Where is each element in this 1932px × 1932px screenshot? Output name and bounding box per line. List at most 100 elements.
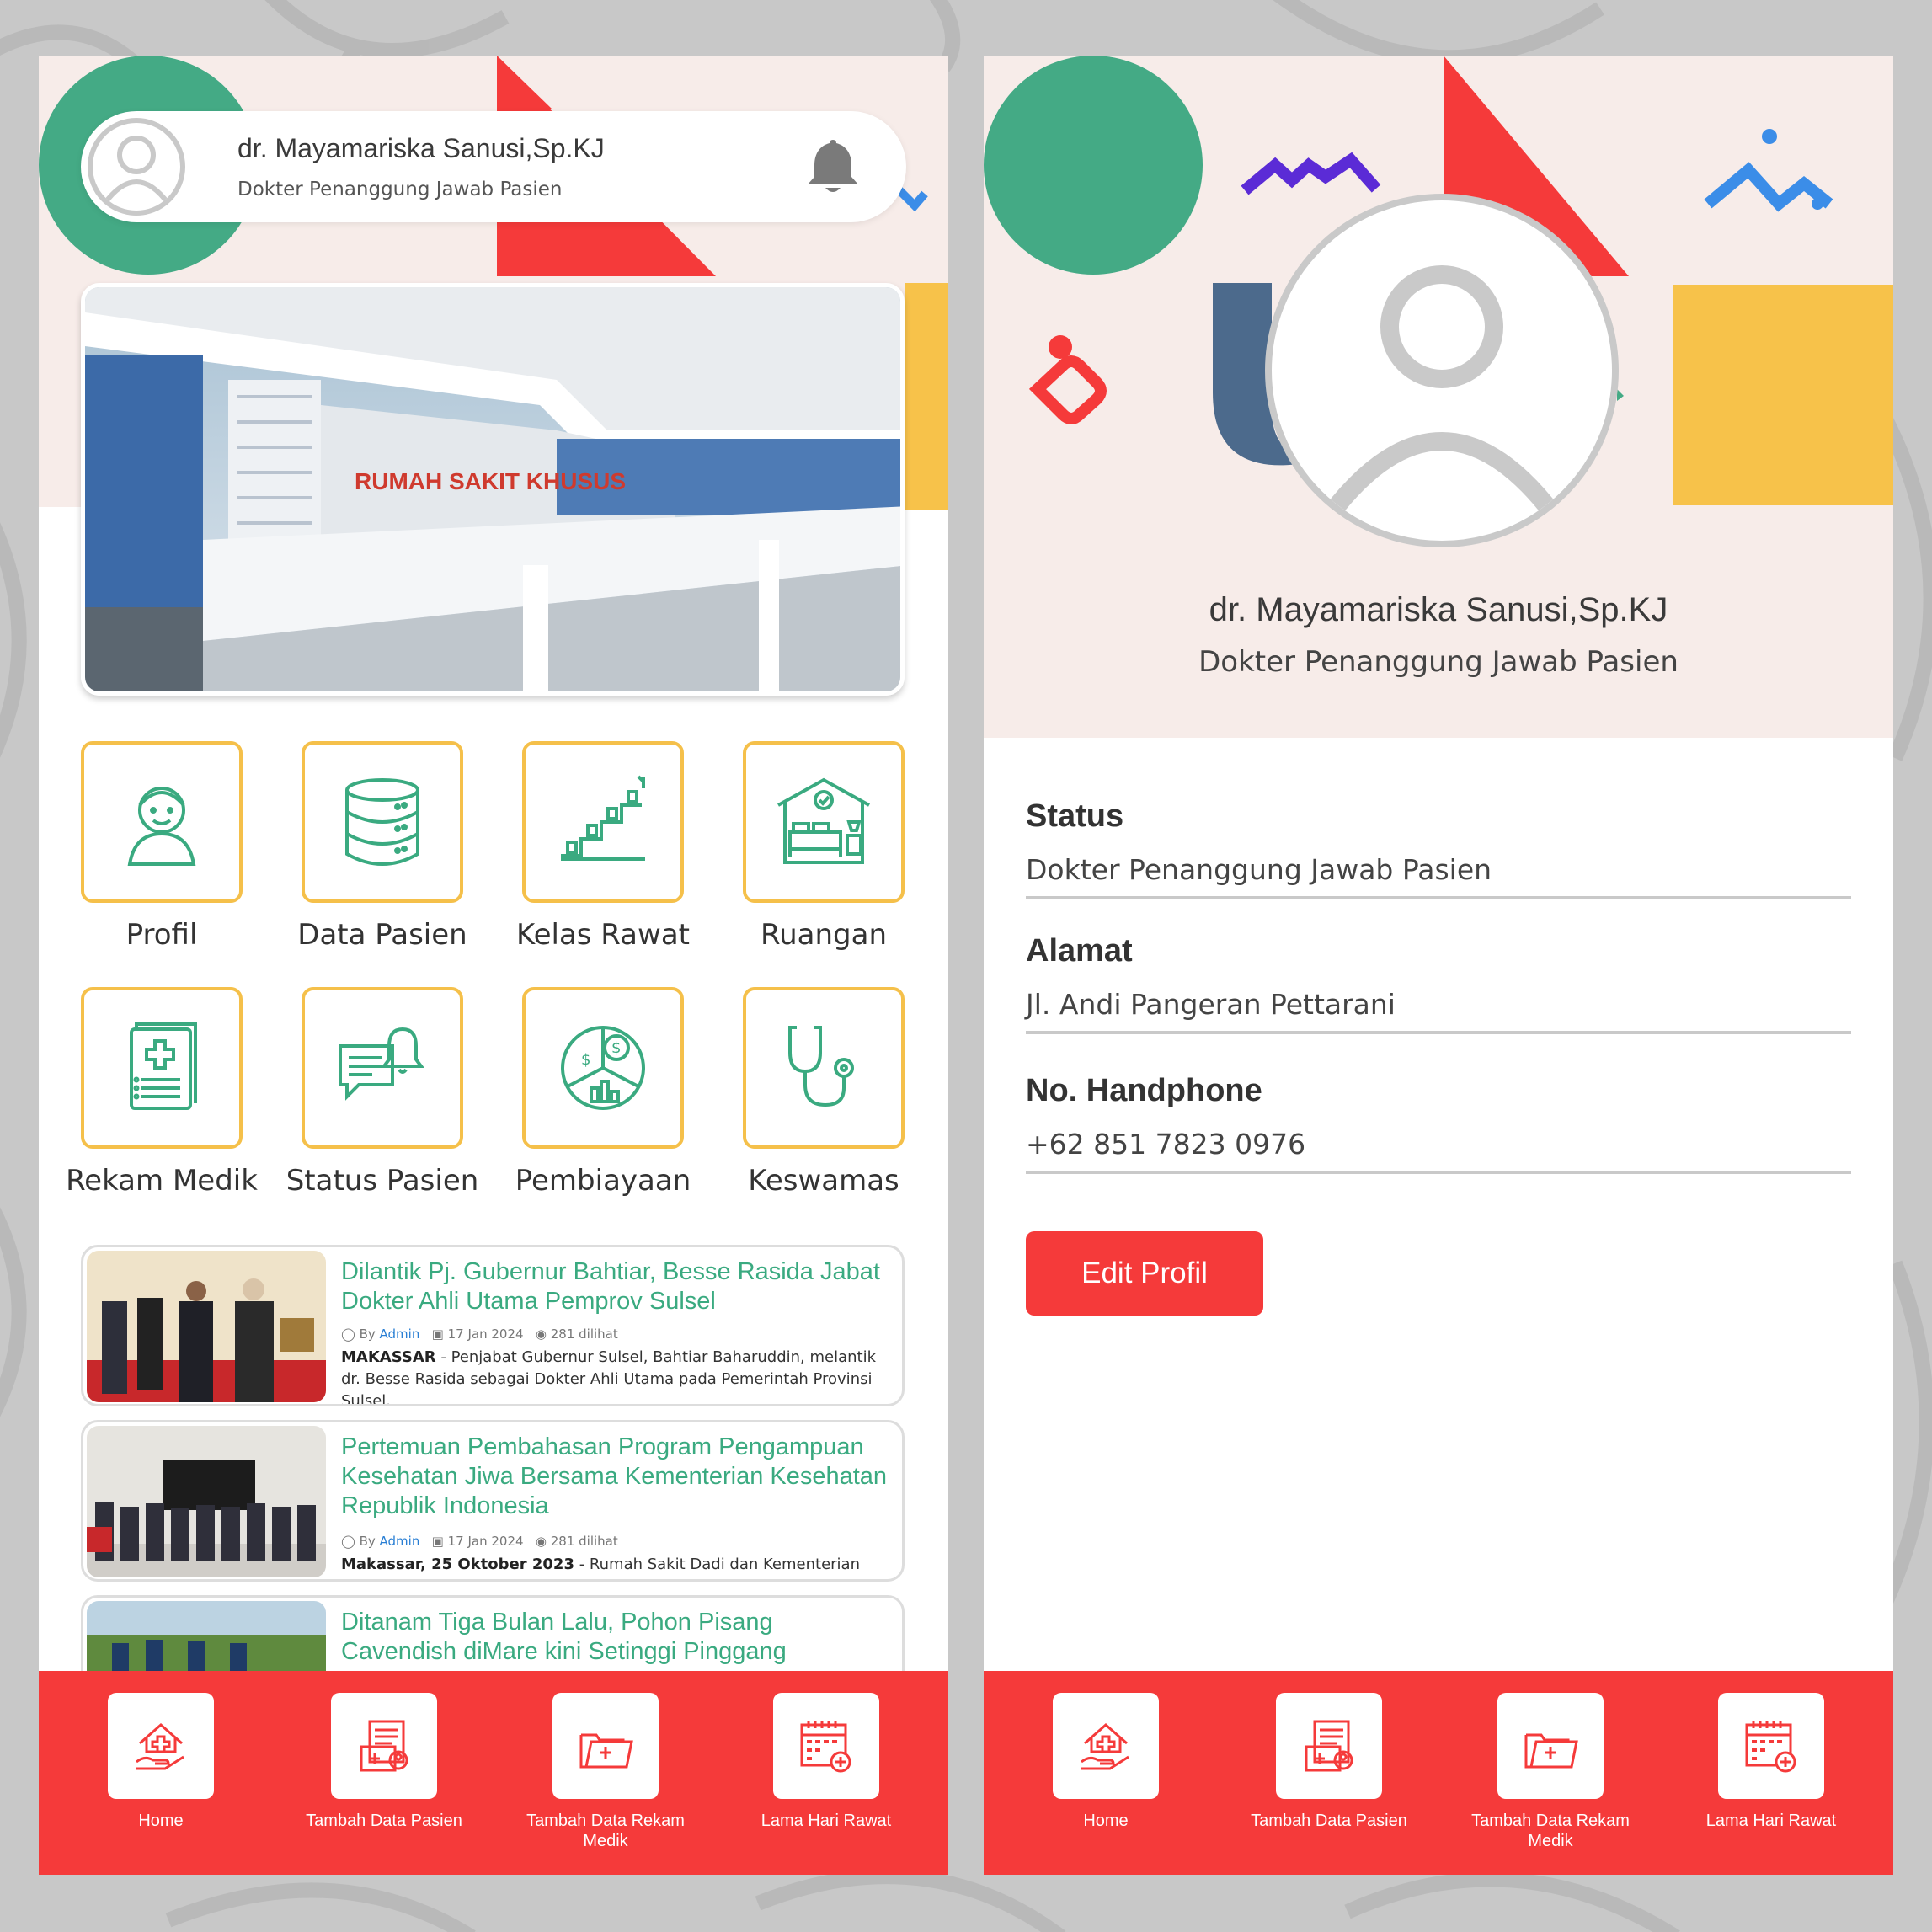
menu-label-status-pasien: Status Pasien — [286, 1164, 479, 1198]
svg-text:$: $ — [581, 1051, 590, 1069]
bottom-navigation: Home Tambah Data Pasien Tambah Data Reka… — [39, 1671, 948, 1875]
news-lead: Makassar, 25 Oktober 2023 — [341, 1556, 574, 1573]
chat-bell-icon — [339, 1027, 424, 1101]
news-title[interactable]: Ditanam Tiga Bulan Lalu, Pohon Pisang Ca… — [341, 1608, 889, 1667]
add-folder-icon — [579, 1733, 633, 1769]
news-author-link[interactable]: Admin — [380, 1326, 420, 1342]
news-excerpt: MAKASSAR - Penjabat Gubernur Sulsel, Bah… — [341, 1347, 897, 1404]
menu-label-pembiayaan: Pembiayaan — [515, 1164, 691, 1198]
profile-role: Dokter Penanggung Jawab Pasien — [1198, 645, 1678, 679]
menu-label-keswamas: Keswamas — [748, 1164, 899, 1198]
finance-chart-icon: $ $ — [561, 1026, 645, 1110]
news-by: By — [359, 1326, 376, 1342]
hospital-banner-image: RUMAH SAKIT KHUSUS — [81, 283, 905, 696]
add-patient-icon — [360, 1720, 408, 1772]
nav-label-home: Home — [138, 1812, 184, 1830]
bottom-navigation: Home Tambah Data Pasien Tambah Data Reka… — [984, 1671, 1893, 1875]
field-label: Status — [1026, 798, 1124, 834]
menu-rekam-medik[interactable]: Rekam Medik — [61, 987, 263, 1206]
user-role: Dokter Penanggung Jawab Pasien — [237, 179, 563, 200]
nav-tambah-data-pasien[interactable]: Tambah Data Pasien — [1245, 1671, 1413, 1831]
user-name: dr. Mayamariska Sanusi,Sp.KJ — [237, 133, 605, 163]
eye-icon: ◉ — [535, 1326, 547, 1342]
nav-label-lama-hari-rawat: Lama Hari Rawat — [761, 1812, 892, 1830]
profile-screen: dr. Mayamariska Sanusi,Sp.KJ Dokter Pena… — [984, 56, 1893, 1875]
eye-icon: ◉ — [535, 1534, 547, 1549]
avatar[interactable] — [88, 118, 185, 216]
nav-lama-hari-rawat[interactable]: Lama Hari Rawat — [1687, 1671, 1855, 1831]
edit-profile-button[interactable]: Edit Profil — [1026, 1231, 1263, 1316]
home-screen: dr. Mayamariska Sanusi,Sp.KJ Dokter Pena… — [39, 56, 948, 1875]
calendar-add-icon — [800, 1721, 851, 1773]
stairs-growth-icon — [561, 775, 645, 861]
menu-pembiayaan[interactable]: $ $ Pembiayaan — [502, 987, 704, 1206]
menu-label-rekam-medik: Rekam Medik — [66, 1164, 258, 1198]
menu-profil[interactable]: Profil — [61, 741, 263, 960]
nav-lama-hari-rawat[interactable]: Lama Hari Rawat — [742, 1671, 910, 1831]
nav-label-lama-hari-rawat: Lama Hari Rawat — [1705, 1812, 1837, 1830]
news-body: - Rumah Sakit Dadi dan Kementerian — [574, 1556, 860, 1573]
nav-home[interactable]: Home — [77, 1671, 245, 1831]
news-excerpt: Makassar, 25 Oktober 2023 - Rumah Sakit … — [341, 1554, 897, 1576]
profile-avatar[interactable] — [1265, 194, 1619, 547]
nav-tambah-data-rekam-medik[interactable]: Tambah Data Rekam Medik — [1466, 1671, 1635, 1851]
news-date: 17 Jan 2024 — [447, 1534, 524, 1549]
person-icon — [127, 787, 196, 866]
svg-text:$: $ — [611, 1039, 621, 1057]
menu-kelas-rawat[interactable]: Kelas Rawat — [502, 741, 704, 960]
add-patient-icon — [1305, 1720, 1353, 1772]
field-label: Alamat — [1026, 933, 1133, 969]
nav-label-tambah-data-pasien: Tambah Data Pasien — [1251, 1812, 1407, 1830]
user-avatar-icon — [1323, 265, 1561, 520]
notification-bell-icon[interactable] — [802, 135, 864, 197]
menu-data-pasien[interactable]: Data Pasien — [281, 741, 483, 960]
field-no-handphone: No. Handphone +62 851 7823 0976 — [1026, 1073, 1851, 1174]
banner-sign-icon: RUMAH SAKIT KHUSUS — [355, 468, 626, 494]
news-views: 281 dilihat — [550, 1326, 618, 1342]
user-avatar-icon — [102, 136, 171, 205]
news-meta: ◯ By Admin ▣ 17 Jan 2024 ◉ 281 dilihat — [341, 1326, 618, 1342]
calendar-add-icon — [1745, 1721, 1796, 1773]
room-bed-icon — [777, 777, 870, 864]
author-icon: ◯ — [341, 1534, 355, 1549]
news-meta: ◯ By Admin ▣ 17 Jan 2024 ◉ 281 dilihat — [341, 1534, 618, 1549]
nav-home[interactable]: Home — [1022, 1671, 1190, 1831]
home-care-icon — [1081, 1723, 1129, 1770]
calendar-icon: ▣ — [431, 1534, 444, 1549]
author-icon: ◯ — [341, 1326, 355, 1342]
nav-label-home: Home — [1083, 1812, 1129, 1830]
database-icon — [345, 778, 419, 866]
menu-label-kelas-rawat: Kelas Rawat — [515, 918, 690, 952]
news-image — [87, 1251, 326, 1402]
news-date: 17 Jan 2024 — [447, 1326, 524, 1342]
stethoscope-icon — [788, 1026, 854, 1107]
field-value: Dokter Penanggung Jawab Pasien — [1026, 853, 1492, 886]
menu-label-data-pasien: Data Pasien — [297, 918, 467, 952]
add-folder-icon — [1524, 1733, 1578, 1769]
field-status: Status Dokter Penanggung Jawab Pasien — [1026, 798, 1851, 899]
news-card[interactable]: Pertemuan Pembahasan Program Pengampuan … — [81, 1420, 905, 1582]
profile-name: dr. Mayamariska Sanusi,Sp.KJ — [1209, 591, 1668, 628]
menu-status-pasien[interactable]: Status Pasien — [281, 987, 483, 1206]
field-alamat: Alamat Jl. Andi Pangeran Pettarani — [1026, 933, 1851, 1034]
field-value: Jl. Andi Pangeran Pettarani — [1026, 988, 1396, 1021]
menu-ruangan[interactable]: Ruangan — [723, 741, 925, 960]
nav-tambah-data-pasien[interactable]: Tambah Data Pasien — [300, 1671, 468, 1831]
nav-label-tambah-data-rekam-medik: Tambah Data Rekam Medik — [526, 1812, 685, 1850]
news-views: 281 dilihat — [550, 1534, 618, 1549]
news-lead: MAKASSAR — [341, 1348, 436, 1366]
nav-label-tambah-data-rekam-medik: Tambah Data Rekam Medik — [1471, 1812, 1630, 1850]
menu-keswamas[interactable]: Keswamas — [723, 987, 925, 1206]
news-title[interactable]: Dilantik Pj. Gubernur Bahtiar, Besse Ras… — [341, 1257, 889, 1316]
field-label: No. Handphone — [1026, 1073, 1262, 1108]
news-title[interactable]: Pertemuan Pembahasan Program Pengampuan … — [341, 1433, 889, 1521]
news-author-link[interactable]: Admin — [380, 1534, 420, 1549]
nav-label-tambah-data-pasien: Tambah Data Pasien — [306, 1812, 462, 1830]
news-by: By — [359, 1534, 376, 1549]
user-header[interactable]: dr. Mayamariska Sanusi,Sp.KJ Dokter Pena… — [81, 111, 906, 222]
medical-record-icon — [130, 1022, 197, 1110]
field-value: +62 851 7823 0976 — [1026, 1128, 1306, 1161]
news-card[interactable]: Dilantik Pj. Gubernur Bahtiar, Besse Ras… — [81, 1245, 905, 1406]
nav-tambah-data-rekam-medik[interactable]: Tambah Data Rekam Medik — [521, 1671, 690, 1851]
news-image — [87, 1426, 326, 1577]
